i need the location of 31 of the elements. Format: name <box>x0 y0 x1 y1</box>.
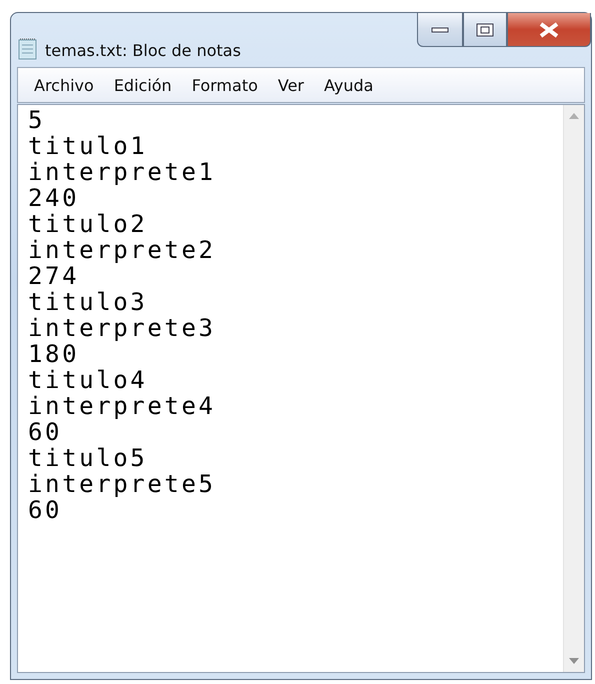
text-line: titulo5 <box>28 445 148 471</box>
menu-item[interactable]: Edición <box>104 76 182 94</box>
menu-item[interactable]: Formato <box>182 76 268 94</box>
text-line: interprete5 <box>28 471 216 497</box>
text-line: interprete2 <box>28 237 216 263</box>
notepad-icon <box>17 37 39 61</box>
text-line: interprete4 <box>28 393 216 419</box>
text-line: titulo4 <box>28 367 148 393</box>
maximize-button[interactable] <box>463 13 507 47</box>
text-line: interprete1 <box>28 159 216 185</box>
close-button[interactable] <box>507 13 591 47</box>
scrollbar[interactable] <box>563 105 584 672</box>
text-line: 60 <box>28 497 62 523</box>
text-line: 5 <box>28 107 46 133</box>
text-line: titulo3 <box>28 289 148 315</box>
maximize-icon <box>476 22 494 36</box>
text-line: 60 <box>28 419 62 445</box>
text-line: 274 <box>28 263 80 289</box>
text-line: 180 <box>28 341 80 367</box>
text-line: interprete3 <box>28 315 216 341</box>
menu-item[interactable]: Archivo <box>24 76 104 94</box>
scroll-down-icon[interactable] <box>569 658 579 664</box>
menu-item[interactable]: Ver <box>268 76 314 94</box>
window-title: temas.txt: Bloc de notas <box>45 41 242 60</box>
text-line: 240 <box>28 185 80 211</box>
close-icon <box>538 22 560 38</box>
text-line: titulo2 <box>28 211 148 237</box>
menu-item[interactable]: Ayuda <box>314 76 384 94</box>
minimize-button[interactable] <box>417 13 463 47</box>
minimize-icon <box>431 26 449 32</box>
text-line: titulo1 <box>28 133 148 159</box>
